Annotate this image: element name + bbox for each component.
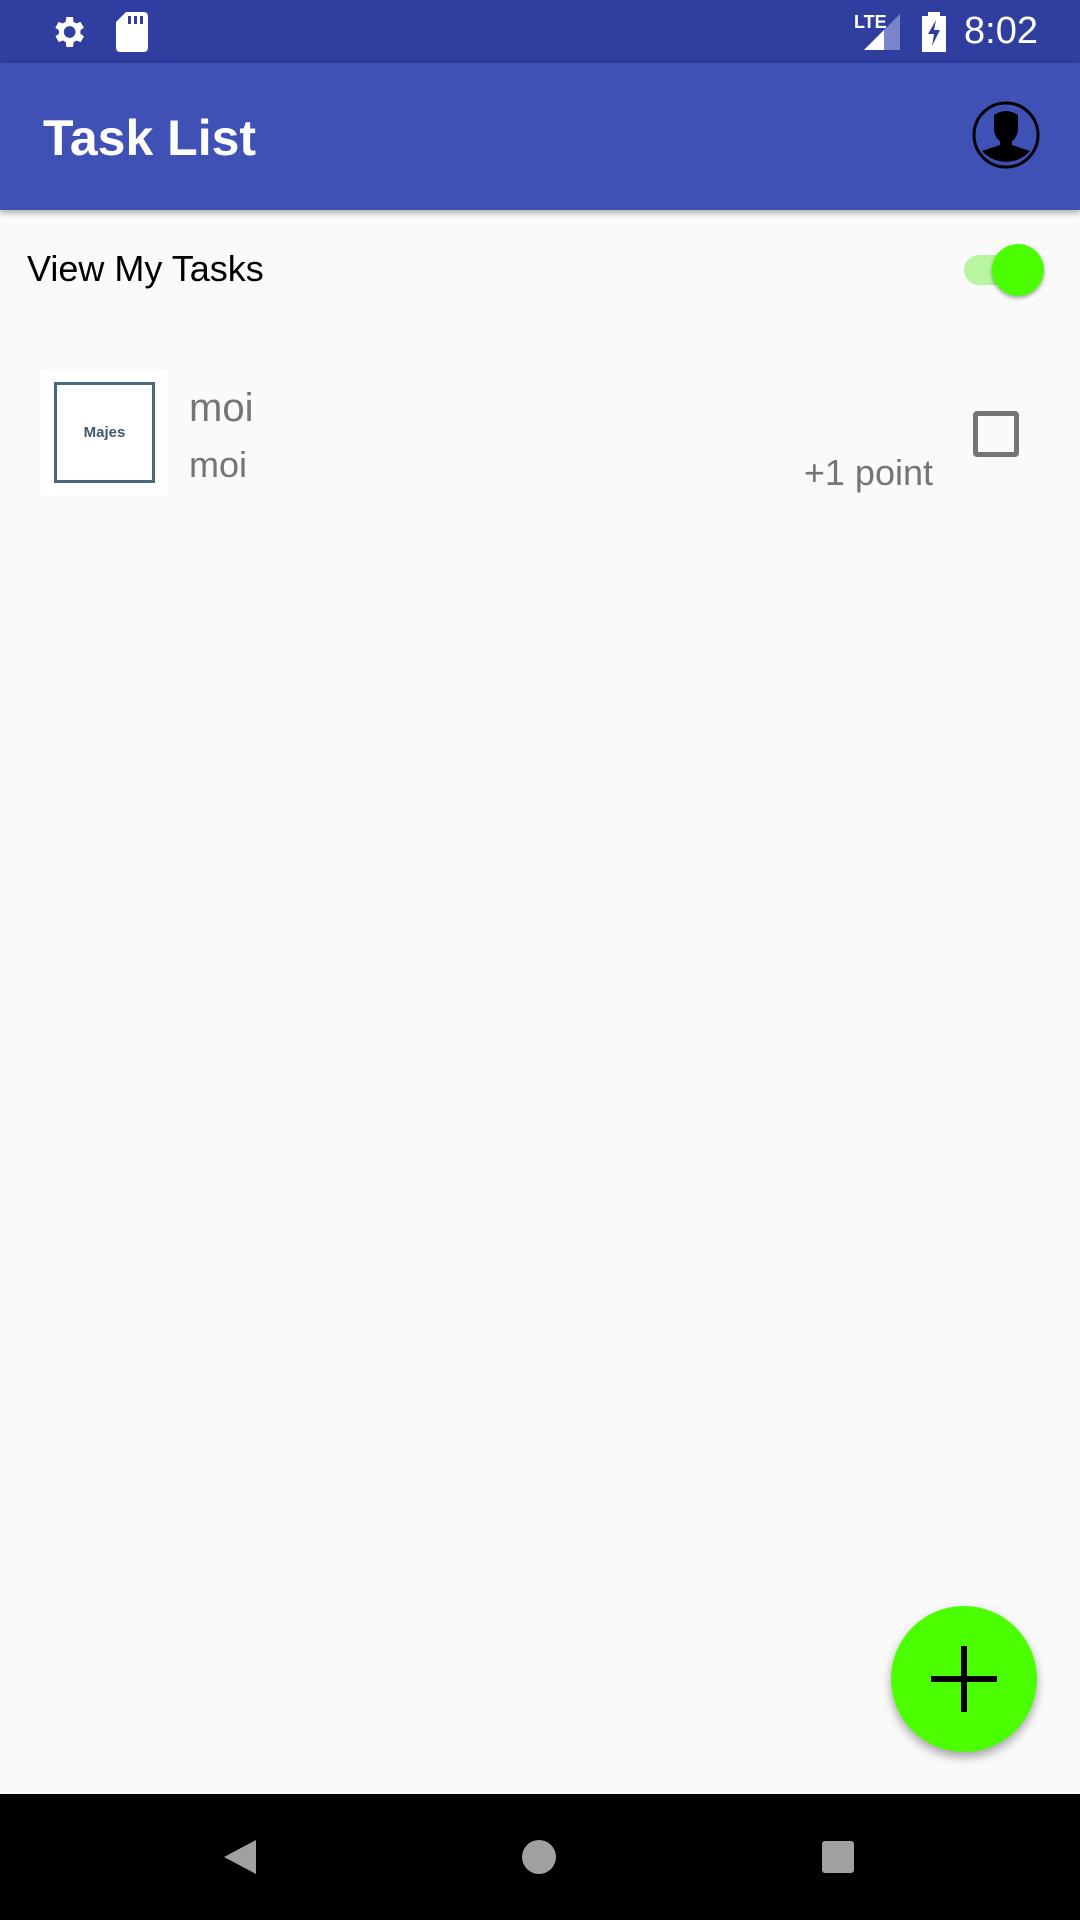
toggle-thumb xyxy=(992,244,1044,296)
task-complete-checkbox[interactable] xyxy=(973,411,1019,457)
settings-icon xyxy=(55,17,84,47)
navigation-bar xyxy=(0,1794,1080,1920)
sd-card-icon xyxy=(116,12,148,52)
account-circle-icon[interactable] xyxy=(972,101,1040,169)
view-my-tasks-toggle[interactable] xyxy=(960,244,1050,296)
status-bar: LTE 8:02 xyxy=(0,0,1080,63)
home-icon[interactable] xyxy=(522,1840,556,1874)
recents-icon[interactable] xyxy=(822,1841,854,1873)
view-my-tasks-label: View My Tasks xyxy=(27,248,264,289)
task-title: moi xyxy=(189,386,254,430)
thumbnail-text: Majes xyxy=(54,382,155,483)
task-subtitle: moi xyxy=(189,444,248,485)
app-toolbar: Task List xyxy=(0,63,1080,210)
add-task-button[interactable] xyxy=(891,1606,1037,1752)
task-thumbnail: Majes xyxy=(41,370,167,496)
clock: 8:02 xyxy=(964,10,1038,52)
task-points: +1 point xyxy=(803,452,933,493)
page-title: Task List xyxy=(43,110,257,166)
task-list-item[interactable]: Majes moi moi +1 point xyxy=(0,360,1080,510)
signal-icon xyxy=(864,14,900,50)
back-icon[interactable] xyxy=(222,1838,258,1876)
plus-icon xyxy=(931,1646,997,1712)
battery-charging-icon xyxy=(922,12,946,52)
